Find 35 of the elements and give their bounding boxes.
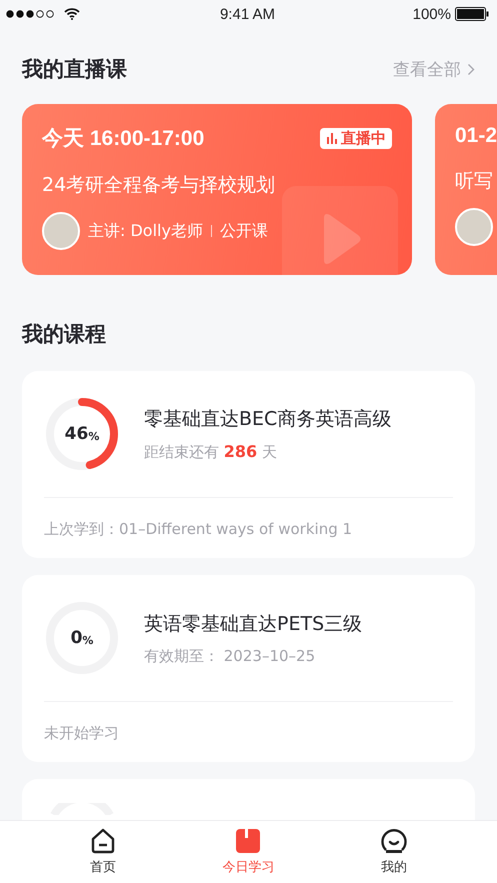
expiry-date: 有效期至： 2023–10–25 <box>144 646 316 666</box>
play-icon <box>282 186 398 275</box>
course-card[interactable]: 0% 英语零基础直达PETS三级 有效期至： 2023–10–25 未开始学习 <box>22 575 475 762</box>
live-time: 今天 16:00-17:00 <box>42 126 204 152</box>
live-course-title: 24考研全程备考与择校规划 <box>42 173 276 198</box>
course-progress-note: 上次学到：01–Different ways of working 1 <box>44 520 354 539</box>
chevron-right-icon <box>467 62 475 76</box>
course-title: 零基础直达BEC商务英语高级 <box>144 407 392 432</box>
progress-percent: 46% <box>64 423 100 446</box>
live-badge: 直播中 <box>320 128 392 148</box>
face-icon <box>380 828 408 854</box>
tab-item[interactable]: 今日学习 <box>208 828 288 876</box>
progress-percent: 0% <box>70 627 94 650</box>
live-course-title: 听写 <box>455 169 494 194</box>
course-progress-note: 未开始学习 <box>44 724 120 743</box>
course-tag: 公开课 <box>220 220 268 242</box>
home-icon <box>90 828 116 854</box>
status-time: 9:41 AM <box>220 6 276 22</box>
tab-item[interactable]: 我的 <box>354 828 434 876</box>
teacher-avatar <box>455 208 493 246</box>
teacher-avatar <box>42 212 80 250</box>
section-title: 我的课程 <box>22 321 106 348</box>
battery-percent: 100% <box>412 6 451 22</box>
bars-icon <box>326 132 338 144</box>
live-time: 01-2 <box>455 124 497 148</box>
tab-item[interactable]: 首页 <box>62 828 143 876</box>
battery-icon <box>454 7 489 21</box>
wifi-icon <box>64 8 80 20</box>
section-title: 我的直播课 <box>22 56 127 83</box>
course-card[interactable]: 46% 零基础直达BEC商务英语高级 距结束还有 286 天 上次学到：01–Different ways of working 1 <box>22 371 475 558</box>
live-course-card[interactable]: 今天 16:00-17:00 直播中 24考研全程备考与择校规划 主讲: Dolly老师 公开课 <box>22 104 412 275</box>
course-title: 英语零基础直达PETS三级 <box>144 612 362 636</box>
days-remaining: 距结束还有 286 天 <box>144 442 278 462</box>
teacher-name: 主讲: Dolly老师 <box>88 220 203 242</box>
book-icon <box>235 828 262 854</box>
